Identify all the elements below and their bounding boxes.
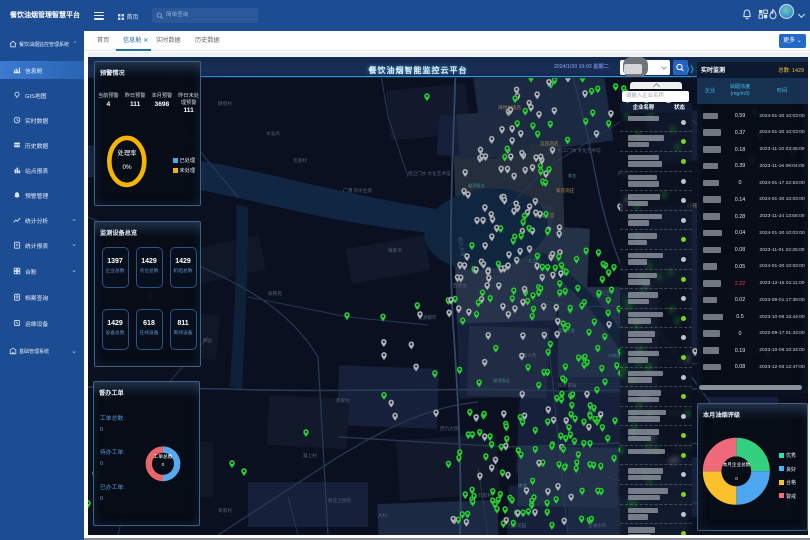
svg-text:蒋家村: 蒋家村 [218, 507, 232, 514]
svg-text:新庄卫生院: 新庄卫生院 [328, 497, 351, 504]
svg-text:大村: 大村 [378, 512, 388, 519]
svg-text:鑫源饭店: 鑫源饭店 [468, 182, 485, 189]
svg-text:篁上村: 篁上村 [303, 452, 317, 459]
svg-text:水凌凤: 水凌凤 [266, 130, 280, 137]
svg-text:广漕 宗水生境: 广漕 宗水生境 [343, 187, 372, 194]
svg-text:西氿大道: 西氿大道 [440, 425, 459, 432]
svg-text:紫金: 紫金 [568, 172, 577, 178]
svg-text:刘家村: 刘家村 [478, 492, 492, 498]
svg-text:蒋家村: 蒋家村 [336, 397, 350, 404]
svg-text:九工门水 文化艺术馆: 九工门水 文化艺术馆 [558, 147, 601, 154]
svg-text:镇家浜: 镇家浜 [388, 247, 402, 254]
svg-text:毛家村: 毛家村 [293, 157, 307, 163]
svg-text:扬卫门水 文化艺术馆: 扬卫门水 文化艺术馆 [408, 170, 451, 177]
svg-text:荆邑: 荆邑 [203, 337, 213, 344]
svg-text:阳羡茶局: 阳羡茶局 [558, 382, 577, 389]
svg-text:西邗主: 西邗主 [453, 282, 467, 289]
svg-text:宜园酒店: 宜园酒店 [540, 140, 559, 147]
svg-text:酥壁村: 酥壁村 [218, 100, 232, 107]
svg-text:紫荆苑: 紫荆苑 [268, 290, 282, 297]
svg-text:湖滨饭店: 湖滨饭店 [493, 377, 510, 384]
svg-text:紫花岗庄: 紫花岗庄 [556, 187, 575, 194]
